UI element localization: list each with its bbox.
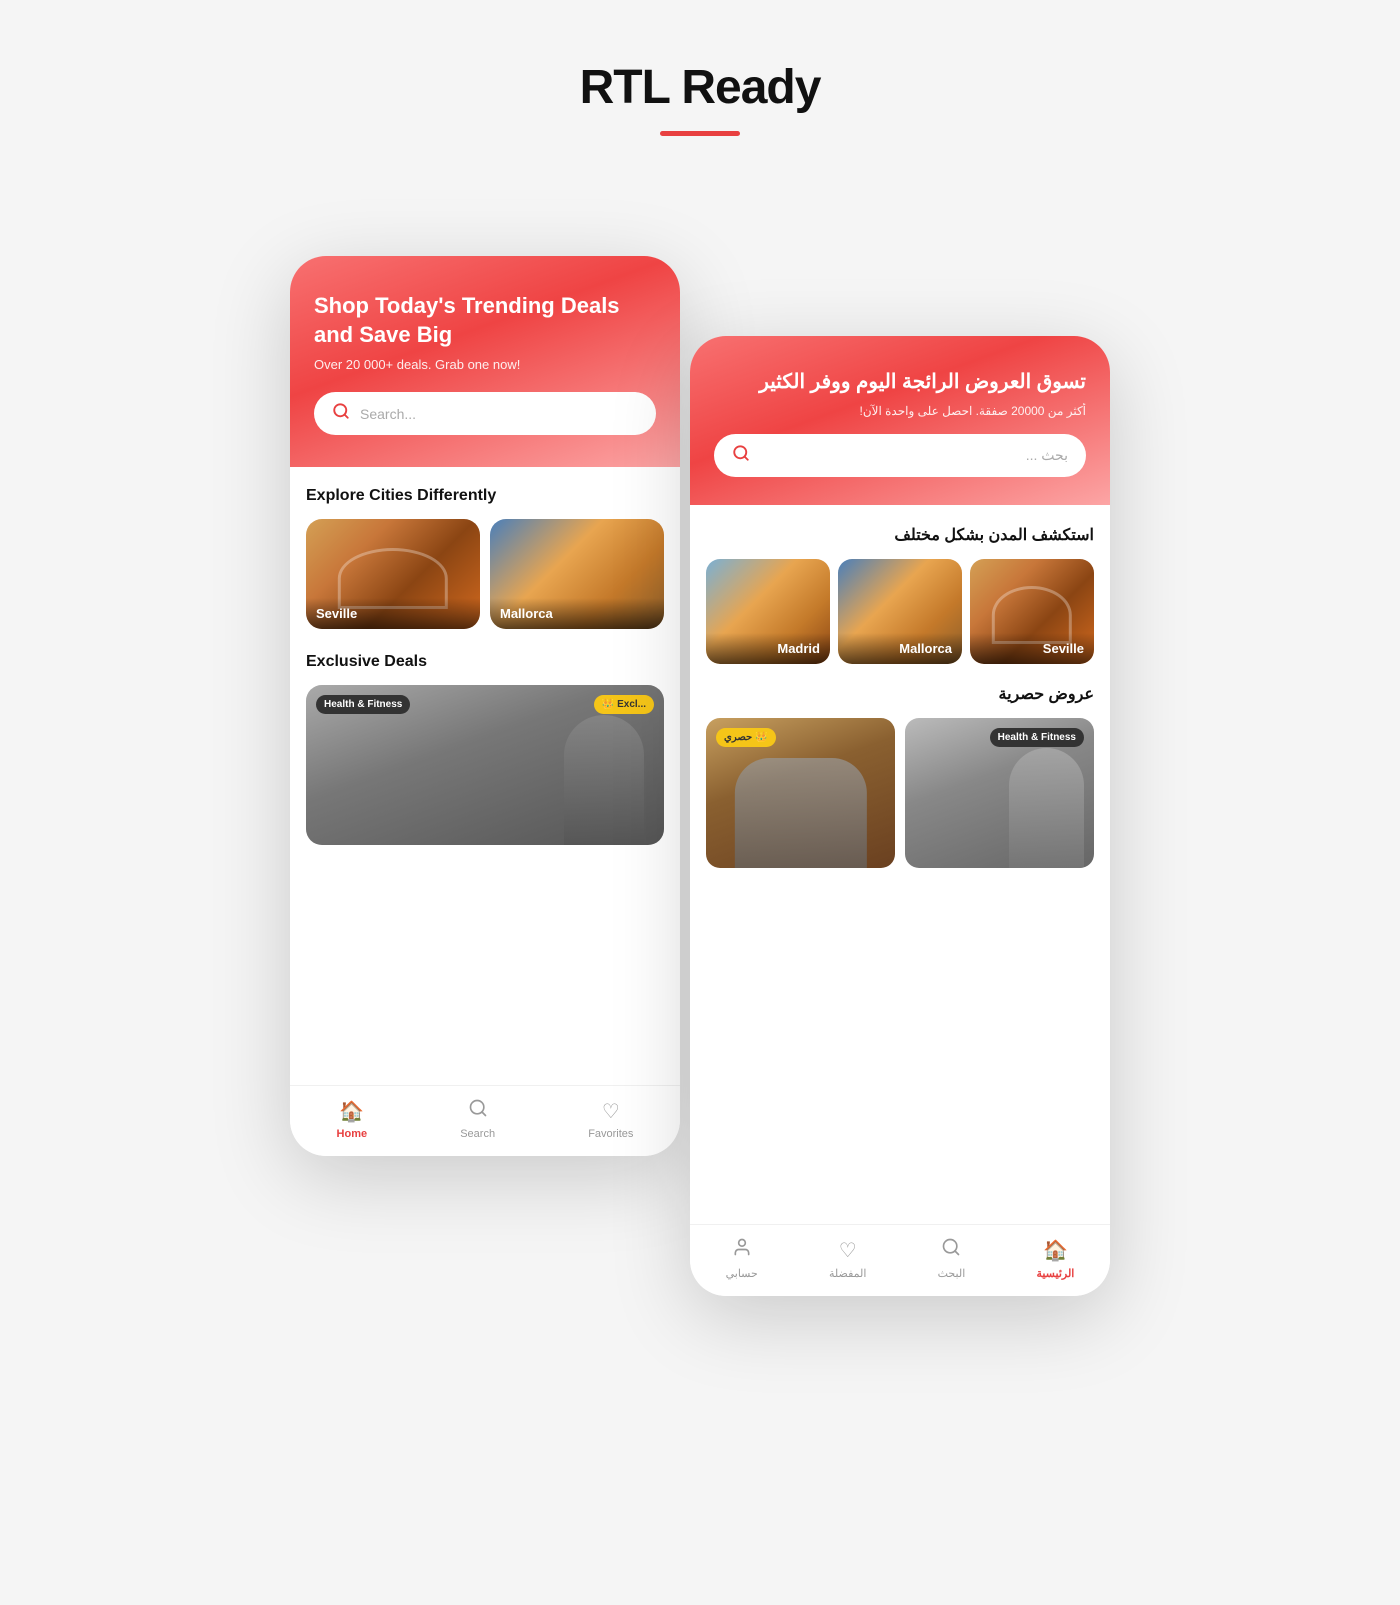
city-mallorca-rtl[interactable]: Mallorca [838,559,962,664]
city-name-mallorca: Mallorca [500,606,654,621]
rtl-phone: تسوق العروض الرائجة اليوم ووفر الكثير أك… [690,336,1110,1296]
nav-favorites-label: Favorites [588,1128,633,1140]
city-name-mallorca-rtl: Mallorca [848,641,952,656]
city-seville-rtl[interactable]: Seville [970,559,1094,664]
user-icon-rtl [732,1237,752,1263]
rtl-deals-row: 👑 حصري Health & Fitness [706,718,1094,868]
ltr-header-title: Shop Today's Trending Deals and Save Big [314,292,656,349]
nav-home-label: Home [337,1128,368,1140]
deal-badge-health: Health & Fitness [316,695,410,714]
search-nav-icon-rtl [941,1237,961,1263]
ltr-phone: Shop Today's Trending Deals and Save Big… [290,256,680,1156]
home-icon-rtl: 🏠 [1043,1238,1068,1263]
nav-search-ltr[interactable]: Search [460,1098,495,1140]
rtl-search-bar[interactable]: بحث ... [714,434,1086,477]
deal-badge-exclusive-rtl: 👑 حصري [716,728,776,747]
rtl-header-title: تسوق العروض الرائجة اليوم ووفر الكثير [714,368,1086,396]
ltr-cities-title: Explore Cities Differently [306,487,664,505]
page-title: RTL Ready [580,60,821,115]
rtl-header: تسوق العروض الرائجة اليوم ووفر الكثير أك… [690,336,1110,505]
nav-favorites-label-rtl: المفضلة [829,1267,866,1280]
home-icon: 🏠 [339,1099,364,1124]
nav-search-rtl[interactable]: البحث [938,1237,966,1280]
ltr-search-bar[interactable]: Search... [314,392,656,435]
nav-home-ltr[interactable]: 🏠 Home [337,1099,368,1140]
nav-search-label: Search [460,1128,495,1140]
deal-badge-excl: 👑 Excl... [594,695,654,714]
city-mallorca-ltr[interactable]: Mallorca [490,519,664,629]
nav-favorites-rtl[interactable]: ♡ المفضلة [829,1238,866,1280]
city-name-seville: Seville [316,606,470,621]
rtl-bottom-nav: 🏠 الرئيسية البحث ♡ المفضلة حسابي [690,1224,1110,1296]
city-name-seville-rtl: Seville [980,641,1084,656]
nav-home-label-rtl: الرئيسية [1036,1267,1074,1280]
ltr-body: Explore Cities Differently Seville Mallo… [290,467,680,1085]
rtl-header-subtitle: أكثر من 20000 صفقة. احصل على واحدة الآن! [714,404,1086,418]
phones-container: Shop Today's Trending Deals and Save Big… [290,216,1110,1416]
rtl-cities-title: استكشف المدن بشكل مختلف [706,525,1094,545]
ltr-cities-row: Seville Mallorca [306,519,664,629]
rtl-body: استكشف المدن بشكل مختلف Madrid Mallorca [690,505,1110,1224]
rtl-deals-title: عروض حصرية [706,684,1094,704]
heart-icon-rtl: ♡ [839,1238,857,1263]
search-icon-rtl [732,444,750,467]
nav-account-rtl[interactable]: حسابي [726,1237,758,1280]
ltr-header: Shop Today's Trending Deals and Save Big… [290,256,680,467]
rtl-cities-row: Madrid Mallorca Seville [706,559,1094,664]
city-seville-ltr[interactable]: Seville [306,519,480,629]
title-underline [660,131,740,136]
city-madrid-rtl[interactable]: Madrid [706,559,830,664]
search-icon [332,402,350,425]
search-nav-icon [468,1098,488,1124]
ltr-bottom-nav: 🏠 Home Search ♡ Favorites [290,1085,680,1156]
deal-card-fitness-ltr[interactable]: Health & Fitness 👑 Excl... [306,685,664,845]
nav-account-label-rtl: حسابي [726,1267,758,1280]
deal-badge-health-rtl: Health & Fitness [990,728,1084,747]
nav-favorites-ltr[interactable]: ♡ Favorites [588,1099,633,1140]
nav-search-label-rtl: البحث [938,1267,966,1280]
ltr-header-subtitle: Over 20 000+ deals. Grab one now! [314,357,656,372]
ltr-deals-row: Health & Fitness 👑 Excl... [306,685,664,845]
rtl-search-placeholder: بحث ... [760,447,1068,464]
city-name-madrid: Madrid [716,641,820,656]
ltr-deals-title: Exclusive Deals [306,653,664,671]
nav-home-rtl[interactable]: 🏠 الرئيسية [1036,1238,1074,1280]
heart-icon: ♡ [602,1099,620,1124]
deal-card-rtl-2[interactable]: Health & Fitness [905,718,1094,868]
deal-card-rtl-1[interactable]: 👑 حصري [706,718,895,868]
ltr-search-placeholder: Search... [360,406,638,422]
